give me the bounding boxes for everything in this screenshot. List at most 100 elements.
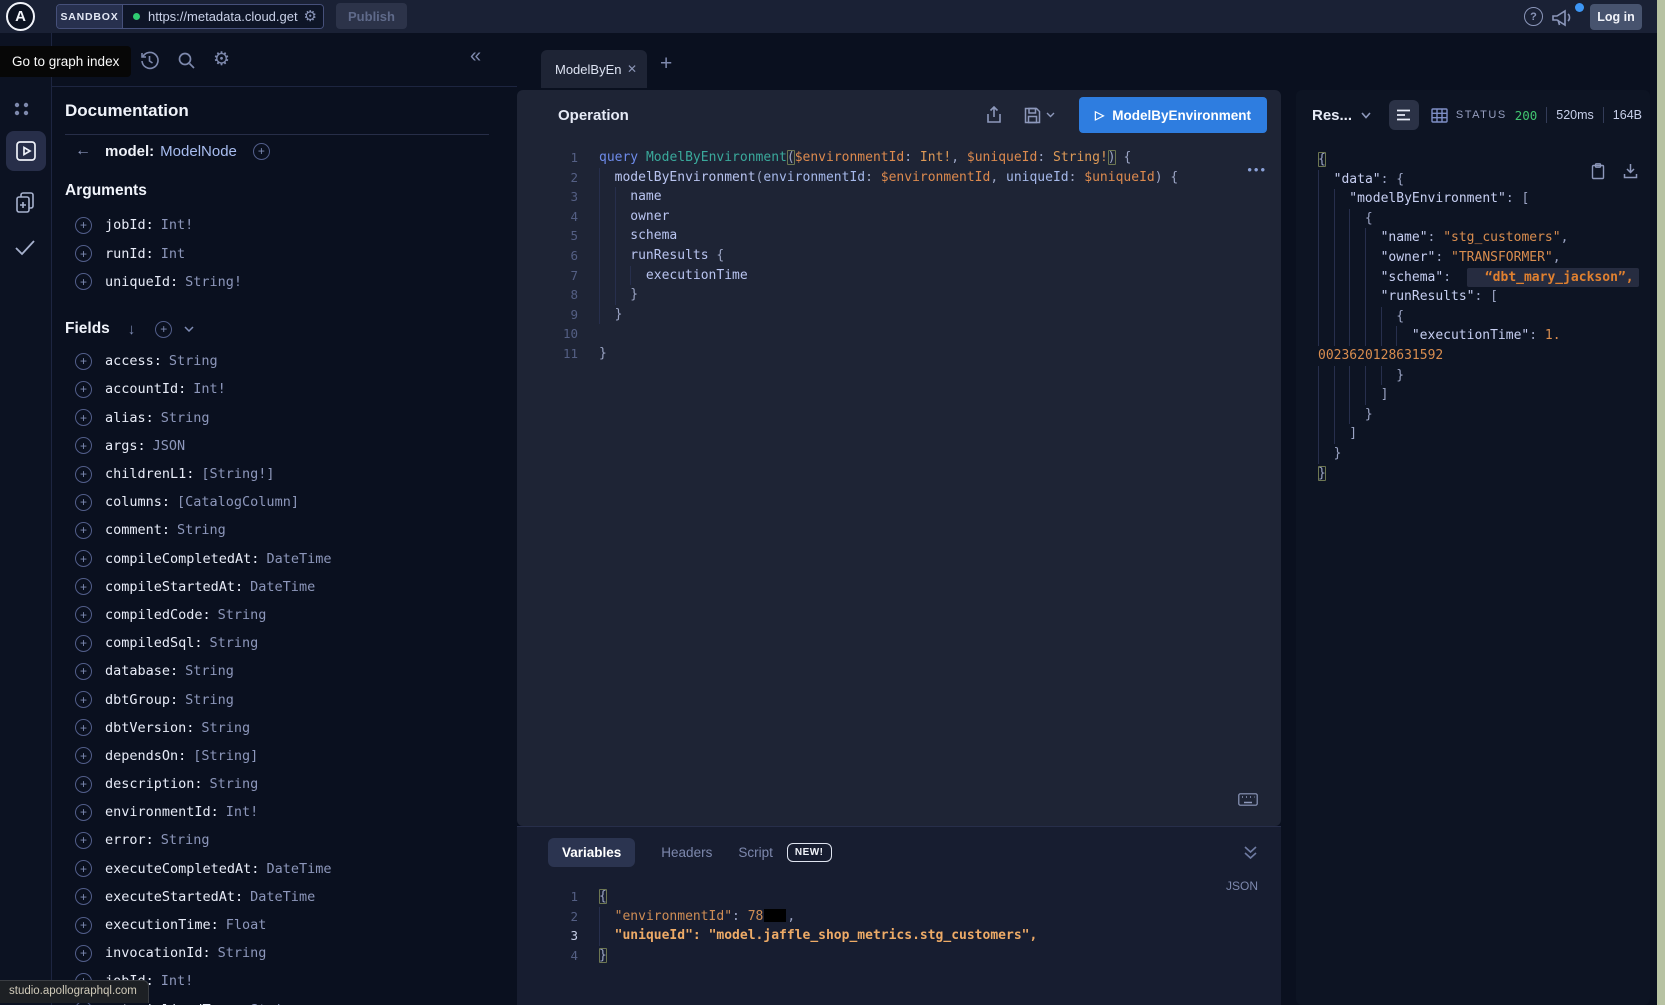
endpoint-url-field[interactable]: https://metadata.cloud.get ⚙ — [123, 5, 323, 28]
share-operation-icon[interactable] — [986, 106, 1002, 124]
add-field-icon[interactable]: + — [75, 217, 92, 234]
variables-code[interactable]: {"environmentId": 78,"uniqueId": "model.… — [599, 887, 1037, 965]
tab-headers[interactable]: Headers — [661, 845, 712, 860]
doc-field-row[interactable]: +compiledSql:String — [52, 629, 517, 657]
sidebar-item-explorer[interactable] — [6, 131, 46, 171]
doc-field-row[interactable]: +database:String — [52, 657, 517, 685]
doc-field-row[interactable]: +alias:String — [52, 404, 517, 432]
add-field-icon[interactable]: + — [75, 466, 92, 483]
add-field-icon[interactable]: + — [75, 635, 92, 652]
add-field-icon[interactable]: + — [75, 273, 92, 290]
tab-variables[interactable]: Variables — [548, 838, 635, 867]
new-tab-button[interactable]: + — [660, 52, 672, 76]
save-operation-icon[interactable] — [1024, 107, 1055, 124]
operation-tab[interactable]: ModelByEnvi... ✕ — [541, 50, 647, 88]
doc-field-row[interactable]: +dbtVersion:String — [52, 714, 517, 742]
doc-field-row[interactable]: +access:String — [52, 347, 517, 375]
add-field-icon[interactable]: + — [75, 522, 92, 539]
history-icon[interactable] — [140, 51, 159, 70]
connection-settings-gear-icon[interactable]: ⚙ — [304, 9, 317, 24]
publish-button[interactable]: Publish — [336, 3, 407, 29]
apollo-logo-icon[interactable]: A — [6, 2, 35, 31]
add-field-icon[interactable]: + — [75, 747, 92, 764]
sidebar-item-schema[interactable] — [13, 190, 37, 214]
collapse-variables-icon[interactable] — [1243, 845, 1258, 861]
add-field-icon[interactable]: + — [75, 719, 92, 736]
add-field-icon[interactable]: + — [75, 663, 92, 680]
run-operation-button[interactable]: ▷ ModelByEnvironment — [1079, 97, 1267, 133]
add-field-icon[interactable]: + — [75, 776, 92, 793]
doc-field-row[interactable]: +accountId:Int! — [52, 375, 517, 403]
view-tree-toggle[interactable] — [1389, 100, 1419, 130]
doc-field-row[interactable]: +environmentId:Int! — [52, 798, 517, 826]
doc-field-row[interactable]: +comment:String — [52, 516, 517, 544]
chevron-down-icon[interactable] — [184, 326, 194, 332]
response-chevron-icon[interactable] — [1361, 112, 1371, 119]
sort-fields-icon[interactable]: ↓ — [128, 321, 136, 338]
collapse-panel-icon[interactable]: « — [470, 45, 481, 68]
add-field-icon[interactable]: + — [75, 437, 92, 454]
add-field-icon[interactable]: + — [75, 381, 92, 398]
copy-response-icon[interactable] — [1591, 163, 1605, 180]
field-type: String — [201, 720, 250, 736]
field-type: String — [185, 663, 234, 679]
keyboard-shortcuts-icon[interactable] — [1238, 793, 1258, 806]
doc-field-row[interactable]: +args:JSON — [52, 432, 517, 460]
search-icon[interactable] — [177, 51, 196, 70]
add-field-icon[interactable]: + — [75, 691, 92, 708]
doc-field-row[interactable]: +compileCompletedAt:DateTime — [52, 544, 517, 572]
view-table-toggle[interactable] — [1431, 108, 1448, 123]
download-response-icon[interactable] — [1623, 163, 1638, 180]
doc-field-row[interactable]: +dependsOn:[String] — [52, 742, 517, 770]
add-field-icon[interactable]: + — [75, 409, 92, 426]
doc-field-row[interactable]: +childrenL1:[String!] — [52, 460, 517, 488]
back-arrow-icon[interactable]: ← — [75, 142, 89, 160]
field-type: Int — [161, 246, 185, 262]
doc-field-row[interactable]: +executeStartedAt:DateTime — [52, 883, 517, 911]
sidebar-item-checks[interactable] — [13, 238, 37, 257]
model-type-link[interactable]: ModelNode — [160, 143, 237, 160]
add-field-icon[interactable]: + — [75, 832, 92, 849]
doc-field-row[interactable]: +compileStartedAt:DateTime — [52, 573, 517, 601]
endpoint-control: SANDBOX https://metadata.cloud.get ⚙ — [56, 4, 324, 29]
variables-editor[interactable]: 1234 {"environmentId": 78,"uniqueId": "m… — [517, 877, 1281, 965]
settings-gear-icon[interactable]: ⚙ — [213, 48, 230, 71]
doc-field-row[interactable]: +executeCompletedAt:DateTime — [52, 855, 517, 883]
doc-field-row[interactable]: +error:String — [52, 826, 517, 854]
add-field-icon[interactable]: + — [75, 245, 92, 262]
doc-field-row[interactable]: +dbtGroup:String — [52, 685, 517, 713]
doc-field-row[interactable]: +invocationId:String — [52, 939, 517, 967]
add-field-icon[interactable]: + — [75, 606, 92, 623]
add-field-icon[interactable]: + — [75, 353, 92, 370]
query-code[interactable]: query ModelByEnvironment($environmentId:… — [599, 148, 1178, 364]
add-field-icon[interactable]: + — [75, 945, 92, 962]
doc-field-row[interactable]: +compiledCode:String — [52, 601, 517, 629]
query-editor[interactable]: 1234567891011 query ModelByEnvironment($… — [517, 140, 1281, 364]
add-all-fields-icon[interactable]: + — [155, 321, 172, 338]
doc-field-row[interactable]: +executionTime:Float — [52, 911, 517, 939]
login-button[interactable]: Log in — [1590, 4, 1642, 30]
help-icon[interactable]: ? — [1524, 7, 1543, 26]
response-title[interactable]: Res... — [1312, 107, 1352, 124]
tab-script[interactable]: Script — [738, 845, 773, 860]
operation-options-icon[interactable]: ••• — [1247, 162, 1267, 177]
add-model-icon[interactable]: + — [253, 143, 270, 160]
doc-field-row[interactable]: +columns:[CatalogColumn] — [52, 488, 517, 516]
close-tab-icon[interactable]: ✕ — [627, 62, 637, 76]
add-field-icon[interactable]: + — [75, 550, 92, 567]
doc-field-row[interactable]: +jobId:Int! — [52, 211, 517, 239]
graph-index-icon[interactable] — [12, 101, 32, 117]
add-field-icon[interactable]: + — [75, 917, 92, 934]
doc-field-row[interactable]: +uniqueId:String! — [52, 268, 517, 296]
operation-tab-label: ModelByEnvi... — [555, 62, 621, 77]
save-options-chevron-icon[interactable] — [1046, 112, 1055, 118]
add-field-icon[interactable]: + — [75, 494, 92, 511]
doc-field-row[interactable]: +runId:Int — [52, 239, 517, 267]
add-field-icon[interactable]: + — [75, 860, 92, 877]
add-field-icon[interactable]: + — [75, 578, 92, 595]
add-field-icon[interactable]: + — [75, 804, 92, 821]
announcements-icon[interactable] — [1551, 8, 1575, 27]
doc-field-row[interactable]: +description:String — [52, 770, 517, 798]
endpoint-url[interactable]: https://metadata.cloud.get — [148, 9, 300, 24]
add-field-icon[interactable]: + — [75, 888, 92, 905]
